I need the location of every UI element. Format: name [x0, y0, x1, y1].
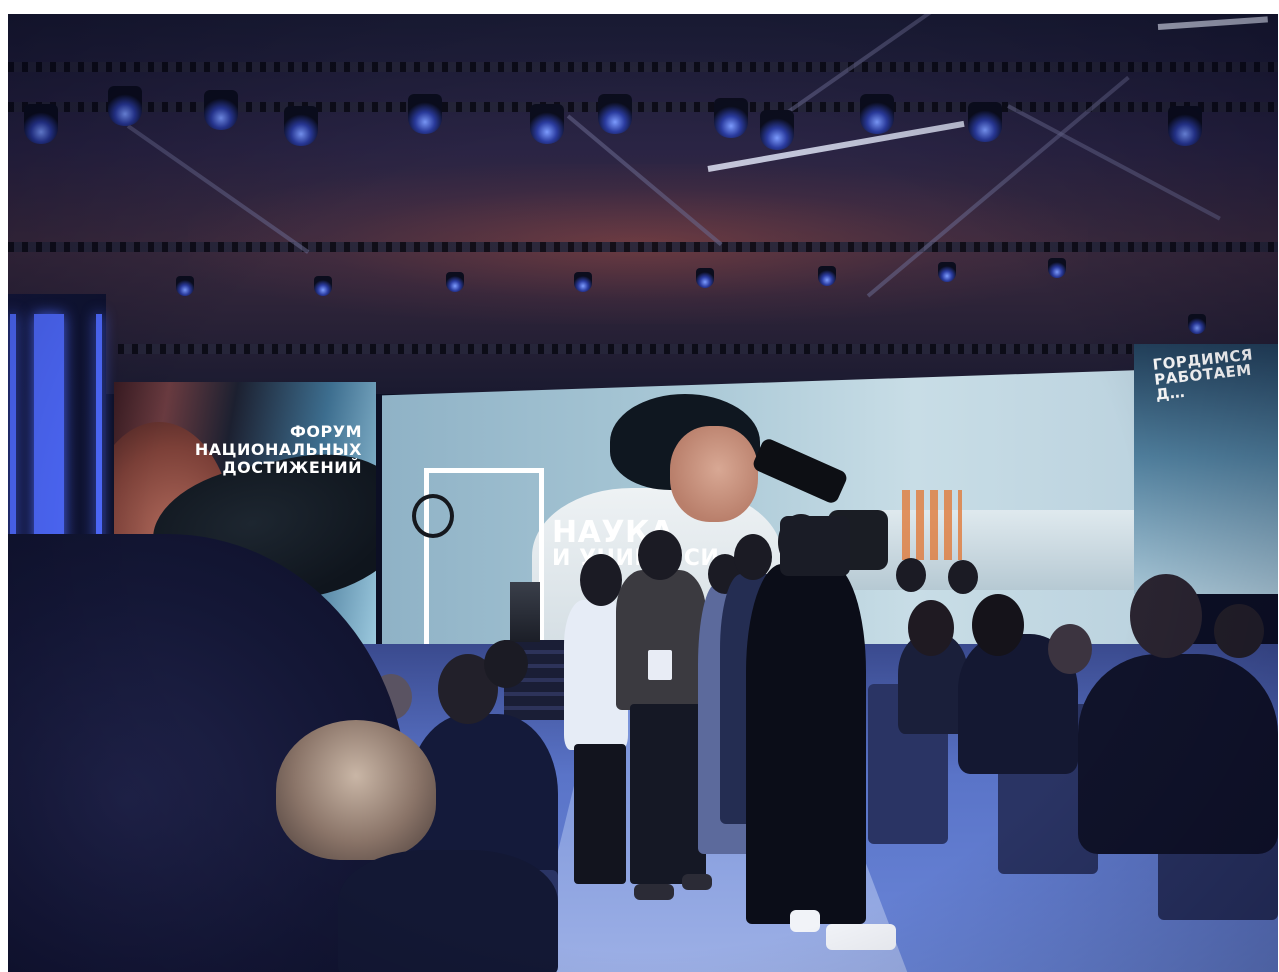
standing-attendee-legs — [630, 704, 706, 884]
audience-head — [484, 640, 528, 688]
foreground-head — [276, 720, 436, 860]
stage-light — [176, 276, 194, 296]
attendee-head — [580, 554, 622, 606]
standing-attendee — [616, 570, 706, 710]
stage-light — [938, 262, 956, 282]
tv-camera — [780, 516, 850, 576]
logo-ring — [412, 494, 454, 538]
stage-light — [818, 266, 836, 286]
sneaker — [826, 924, 896, 950]
stage-light — [1168, 106, 1202, 146]
forum-title-line: ДОСТИЖЕНИЙ — [222, 458, 362, 477]
audience-head — [948, 560, 978, 594]
stage-light — [204, 90, 238, 130]
audience-head — [896, 558, 926, 592]
audience-head — [908, 600, 954, 656]
test-tubes — [902, 490, 962, 560]
audience-head — [972, 594, 1024, 656]
stage-light — [598, 94, 632, 134]
stage-light — [408, 94, 442, 134]
audience-member — [1078, 654, 1278, 854]
attendee-head — [638, 530, 682, 580]
stage-light — [714, 98, 748, 138]
stage-light — [314, 276, 332, 296]
stage-light — [574, 272, 592, 292]
lighting-truss — [8, 62, 1278, 72]
led-strip — [10, 314, 16, 564]
microscope — [751, 436, 849, 506]
foreground-person — [338, 850, 558, 972]
proud-slogan: ГОРДИМСЯ РАБОТАЕМ Д… — [1152, 345, 1278, 403]
forum-title: ФОРУМ НАЦИОНАЛЬНЫХ ДОСТИЖЕНИЙ — [195, 424, 362, 478]
audience-head — [1214, 604, 1264, 658]
stage-light — [24, 104, 58, 144]
audience-head — [1048, 624, 1092, 674]
lighting-truss — [8, 242, 1278, 252]
camera-operator — [746, 564, 866, 924]
led-strip — [96, 314, 102, 564]
stage-light — [108, 86, 142, 126]
right-led-screen: ГОРДИМСЯ РАБОТАЕМ Д… — [1134, 344, 1278, 594]
forum-title-line: НАЦИОНАЛЬНЫХ — [194, 440, 362, 459]
badge — [648, 650, 672, 680]
stage-light — [284, 106, 318, 146]
stage-light — [446, 272, 464, 292]
stage-light — [1188, 314, 1206, 334]
stage-light — [860, 94, 894, 134]
stage-light — [968, 102, 1002, 142]
led-strip — [34, 314, 64, 564]
sneaker — [790, 910, 820, 932]
event-photo: ФОРУМ НАЦИОНАЛЬНЫХ ДОСТИЖЕНИЙ НАУКА И УН… — [8, 14, 1278, 972]
standing-attendee-legs — [574, 744, 626, 884]
stage-light — [696, 268, 714, 288]
stage-light — [1048, 258, 1066, 278]
lectern — [510, 582, 540, 642]
stage-light — [530, 104, 564, 144]
scientist-face — [670, 426, 758, 522]
stage-light — [760, 110, 794, 150]
sneaker — [682, 874, 712, 890]
sneaker — [634, 884, 674, 900]
audience-head — [1130, 574, 1202, 658]
lighting-truss — [118, 344, 1268, 354]
forum-title-line: ФОРУМ — [290, 422, 362, 441]
